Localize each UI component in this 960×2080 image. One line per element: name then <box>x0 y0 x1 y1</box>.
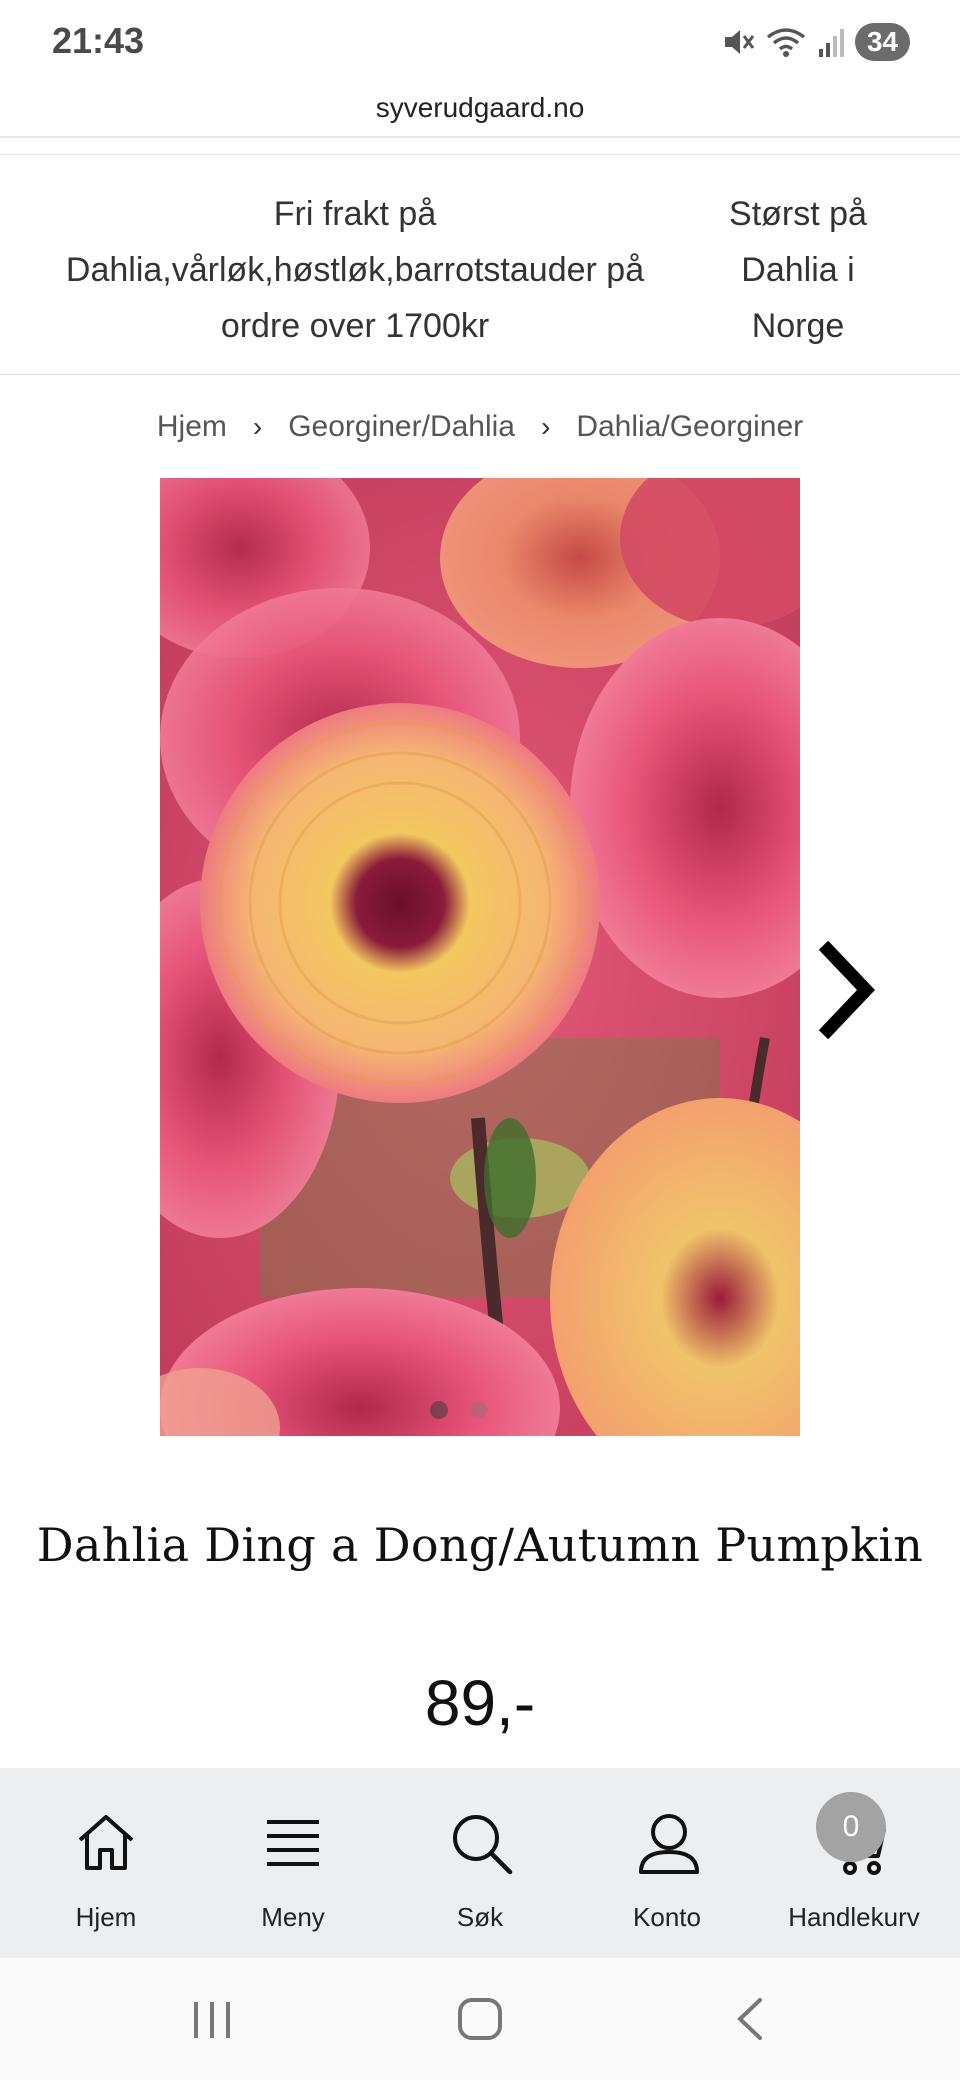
nav-menu[interactable]: Meny <box>197 1768 389 1958</box>
breadcrumb: Hjem › Georginer/Dahlia › Dahlia/Georgin… <box>0 402 960 452</box>
nav-label: Søk <box>456 1902 504 1932</box>
home-button-icon[interactable] <box>456 1994 504 2044</box>
largest-dahlia-text: Størst på Dahlia i Norge <box>690 186 906 354</box>
breadcrumb-separator: › <box>541 411 551 442</box>
nav-label: Handlekurv <box>788 1902 920 1932</box>
breadcrumb-home[interactable]: Hjem <box>157 410 227 444</box>
divider <box>0 136 960 138</box>
wifi-icon <box>766 28 805 57</box>
back-icon[interactable] <box>730 1994 770 2044</box>
search-icon <box>453 1815 513 1875</box>
cart-count-badge: 0 <box>816 1792 886 1862</box>
promo-line: Dahlia i <box>741 251 855 289</box>
system-navigation-bar <box>0 1958 960 2080</box>
nav-home[interactable]: Hjem <box>10 1768 202 1958</box>
divider <box>0 154 960 155</box>
gallery-dot-active[interactable] <box>430 1401 448 1419</box>
chevron-right-icon[interactable] <box>818 940 878 1040</box>
breadcrumb-subcategory[interactable]: Dahlia/Georginer <box>576 410 803 444</box>
gallery-pagination <box>430 1401 488 1419</box>
promo-line: ordre over 1700kr <box>220 307 490 345</box>
product-image[interactable] <box>160 478 800 1436</box>
menu-icon <box>267 1820 319 1866</box>
promo-line: Norge <box>751 307 845 345</box>
nav-label: Meny <box>261 1902 325 1932</box>
signal-icon <box>818 29 844 57</box>
nav-label: Hjem <box>75 1902 137 1932</box>
status-icons: 34 <box>721 22 910 62</box>
battery-indicator: 34 <box>854 23 910 61</box>
status-time: 21:43 <box>52 20 145 61</box>
free-shipping-text: Fri frakt på Dahlia,vårløk,høstløk,barro… <box>40 186 670 354</box>
breadcrumb-category[interactable]: Georginer/Dahlia <box>288 410 515 444</box>
bottom-navigation: Hjem Meny Søk Konto Handlekurv <box>0 1768 960 1958</box>
user-icon <box>639 1814 699 1874</box>
mute-icon <box>724 30 755 54</box>
breadcrumb-separator: › <box>252 411 263 442</box>
dahlia-photo <box>160 478 800 1436</box>
divider <box>0 374 960 375</box>
promo-banner: Fri frakt på Dahlia,vårløk,høstløk,barro… <box>0 186 960 356</box>
gallery-dot[interactable] <box>470 1401 488 1419</box>
promo-line: Fri frakt på <box>273 195 437 233</box>
nav-account[interactable]: Konto <box>571 1768 763 1958</box>
nav-search[interactable]: Søk <box>384 1768 576 1958</box>
product-title: Dahlia Ding a Dong/Autumn Pumpkin <box>36 1518 924 1572</box>
status-bar: 21:43 34 <box>0 0 960 86</box>
home-icon <box>78 1815 134 1870</box>
promo-line: Dahlia,vårløk,høstløk,barrotstauder på <box>65 251 645 289</box>
address-bar[interactable]: syverudgaard.no <box>0 86 960 138</box>
product-price: 89,- <box>424 1667 536 1739</box>
nav-label: Konto <box>633 1902 701 1932</box>
promo-line: Størst på <box>729 195 867 233</box>
recent-apps-icon[interactable] <box>190 1994 234 2044</box>
